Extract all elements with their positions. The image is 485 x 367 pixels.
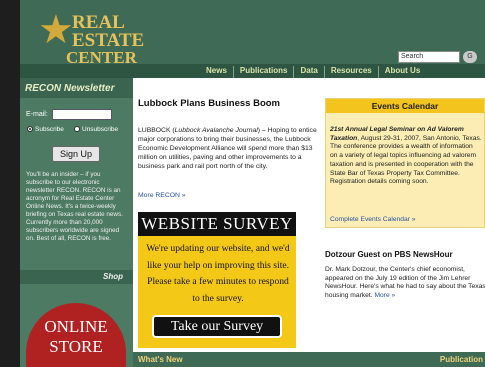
store-badge-line-2: STORE (49, 337, 103, 356)
newsletter-title: RECON Newsletter (20, 78, 133, 98)
survey-text: We're updating our website, and we'd lik… (146, 243, 290, 304)
radio-unselected-icon[interactable] (74, 126, 80, 132)
subscribe-label: Subscribe (35, 126, 64, 133)
nav-news[interactable]: News (200, 66, 234, 78)
texas-star-icon: ★ (38, 7, 74, 53)
site-logo[interactable]: ★ REAL ESTATE CENTER (38, 7, 148, 67)
dotzour-text: Dr. Mark Dotzour, the Center's chief eco… (325, 266, 485, 301)
nav-about-us[interactable]: About Us (379, 66, 427, 78)
website-survey-banner[interactable]: WEBSITE SURVEY We're updating our websit… (138, 212, 296, 348)
article-source: Lubbock Avalanche Journal (174, 127, 258, 134)
main-nav: News Publications Data Resources About U… (200, 66, 426, 78)
right-column: Events Calendar 21st Annual Legal Semina… (323, 78, 485, 367)
sign-up-button[interactable]: Sign Up (52, 146, 100, 162)
email-field[interactable] (52, 109, 112, 120)
nav-data[interactable]: Data (294, 66, 325, 78)
unsubscribe-radio[interactable]: Unsubscribe (74, 126, 118, 133)
dotzour-body: Dr. Mark Dotzour, the Center's chief eco… (325, 266, 485, 300)
main-column: Lubbock Plans Business Boom LUBBOCK (Lub… (133, 78, 323, 367)
events-calendar-box: Events Calendar 21st Annual Legal Semina… (325, 98, 485, 228)
newsletter-description: You'll be an insider – if you subscribe … (26, 171, 123, 242)
shop-title: Shop (20, 270, 133, 284)
survey-title: WEBSITE SURVEY (138, 212, 296, 236)
unsubscribe-label: Unsubscribe (82, 126, 119, 133)
events-calendar-title: Events Calendar (326, 99, 484, 113)
logo-line-3: CENTER (66, 48, 137, 67)
event-text: , August 29-31, 2007, San Antonio, Texas… (330, 134, 482, 186)
whats-new-header[interactable]: What's New (133, 352, 323, 367)
article-text: LUBBOCK (Lubbock Avalanche Journal) – Ho… (138, 126, 322, 171)
complete-events-calendar-link[interactable]: Complete Events Calendar » (330, 216, 416, 223)
subscribe-radio[interactable]: Subscribe (27, 126, 64, 133)
nav-resources[interactable]: Resources (325, 66, 379, 78)
site-header: ★ REAL ESTATE CENTER Search G News Publi… (20, 0, 485, 78)
nav-publications[interactable]: Publications (234, 66, 295, 78)
search-input[interactable]: Search (398, 51, 460, 63)
event-description: 21st Annual Legal Seminar on Ad Valorem … (330, 126, 482, 187)
article-headline[interactable]: Lubbock Plans Business Boom (138, 98, 323, 109)
article-lead: LUBBOCK ( (138, 127, 175, 134)
dotzour-headline[interactable]: Dotzour Guest on PBS NewsHour (325, 250, 485, 259)
dotzour-more-link[interactable]: More » (374, 292, 395, 299)
publication-header[interactable]: Publication (323, 352, 485, 367)
web-page: ★ REAL ESTATE CENTER Search G News Publi… (20, 0, 485, 367)
radio-selected-icon[interactable] (27, 126, 33, 132)
more-recon-link[interactable]: More RECON » (138, 192, 186, 199)
online-store-badge[interactable]: ONLINE STORE (26, 303, 126, 367)
store-badge-line-1: ONLINE (44, 317, 108, 336)
take-survey-button[interactable]: Take our Survey (152, 315, 282, 338)
left-sidebar: RECON Newsletter E-mail: Subscribe Unsub… (20, 78, 133, 367)
email-label: E-mail: (26, 111, 48, 118)
search-go-button[interactable]: G (463, 51, 477, 63)
